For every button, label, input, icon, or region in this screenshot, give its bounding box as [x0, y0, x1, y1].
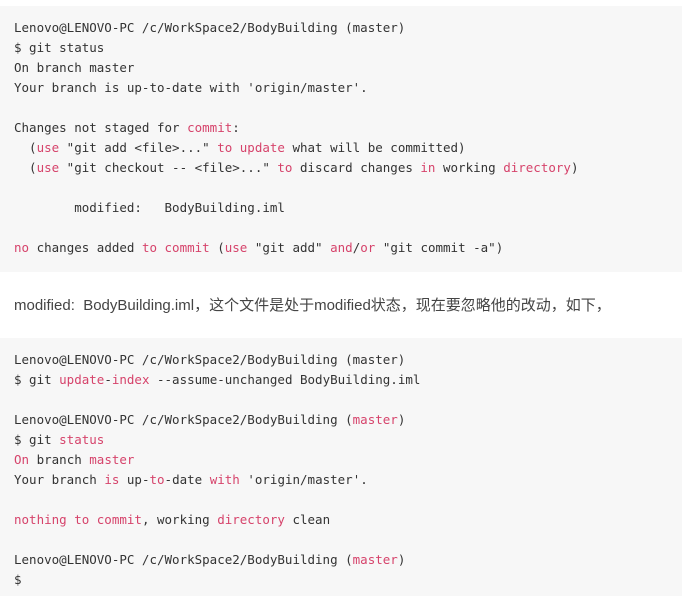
- code-text: branch: [29, 452, 90, 467]
- code-keyword: status: [59, 432, 105, 447]
- code-line: Lenovo@LENOVO-PC /c/WorkSpace2/BodyBuild…: [0, 350, 682, 370]
- code-text: $ git: [14, 432, 60, 447]
- code-line: Lenovo@LENOVO-PC /c/WorkSpace2/BodyBuild…: [0, 18, 682, 38]
- code-text: 'origin/master'.: [239, 472, 368, 487]
- code-keyword: is: [104, 472, 120, 487]
- code-keyword: to: [277, 160, 293, 175]
- code-text: modified: BodyBuilding.iml: [14, 200, 285, 215]
- code-text: up-: [119, 472, 150, 487]
- code-text: Lenovo@LENOVO-PC /c/WorkSpace2/BodyBuild…: [14, 552, 353, 567]
- code-text: what will be committed): [284, 140, 466, 155]
- code-keyword: update: [59, 372, 105, 387]
- code-keyword: directory: [217, 512, 285, 527]
- code-text: $ git: [14, 372, 60, 387]
- page-root: Lenovo@LENOVO-PC /c/WorkSpace2/BodyBuild…: [0, 6, 682, 598]
- code-text: Your branch: [14, 472, 105, 487]
- code-text: "git commit -a"): [375, 240, 504, 255]
- code-line: $ git status: [0, 430, 682, 450]
- code-keyword: use: [224, 240, 248, 255]
- code-keyword: use: [36, 140, 60, 155]
- code-text: discard changes: [292, 160, 421, 175]
- prose-paragraph: modified: BodyBuilding.iml，这个文件是处于modifi…: [14, 297, 611, 314]
- code-line: $: [0, 570, 682, 590]
- code-text: $: [14, 572, 22, 587]
- code-keyword: to commit: [141, 240, 210, 255]
- code-text: On branch master: [14, 60, 135, 75]
- code-keyword: directory: [503, 160, 571, 175]
- code-keyword: and: [330, 240, 353, 255]
- code-text: (: [209, 240, 225, 255]
- code-keyword: nothing to commit: [14, 512, 142, 527]
- code-keyword: to: [149, 472, 165, 487]
- code-text: working: [435, 160, 504, 175]
- code-keyword: with: [209, 472, 240, 487]
- code-text: "git add": [247, 240, 331, 255]
- code-keyword: index: [111, 372, 150, 387]
- code-keyword: master: [89, 452, 135, 467]
- code-text: :: [232, 120, 240, 135]
- code-text: clean: [284, 512, 331, 527]
- prose-section: modified: BodyBuilding.iml，这个文件是处于modifi…: [0, 272, 682, 338]
- code-keyword: no: [14, 240, 30, 255]
- code-text: ): [397, 552, 406, 567]
- code-text: , working: [141, 512, 218, 527]
- code-line: $ git status: [0, 38, 682, 58]
- code-text: ): [397, 412, 406, 427]
- code-keyword: use: [36, 160, 60, 175]
- code-text: -: [104, 372, 112, 387]
- code-line: no changes added to commit (use "git add…: [0, 238, 682, 258]
- code-line: Lenovo@LENOVO-PC /c/WorkSpace2/BodyBuild…: [0, 550, 682, 570]
- code-text: Changes not staged for: [14, 120, 188, 135]
- code-line: Your branch is up-to-date with 'origin/m…: [0, 470, 682, 490]
- code-keyword: or: [360, 240, 376, 255]
- code-text: ): [570, 160, 579, 175]
- code-keyword: master: [352, 412, 398, 427]
- code-line: Changes not staged for commit:: [0, 118, 682, 138]
- code-keyword: master: [352, 552, 398, 567]
- code-line: Lenovo@LENOVO-PC /c/WorkSpace2/BodyBuild…: [0, 410, 682, 430]
- code-block-git-status: Lenovo@LENOVO-PC /c/WorkSpace2/BodyBuild…: [0, 6, 682, 272]
- code-line: On branch master: [0, 58, 682, 78]
- code-keyword: in: [420, 160, 436, 175]
- code-block-git-update-index: Lenovo@LENOVO-PC /c/WorkSpace2/BodyBuild…: [0, 338, 682, 596]
- code-text: Your branch is up-to-date with 'origin/m…: [14, 80, 368, 95]
- code-line: $ git update-index --assume-unchanged Bo…: [0, 370, 682, 390]
- code-keyword: commit: [187, 120, 233, 135]
- code-text: (: [14, 140, 37, 155]
- code-text: -date: [164, 472, 210, 487]
- code-text: Lenovo@LENOVO-PC /c/WorkSpace2/BodyBuild…: [14, 412, 353, 427]
- code-text: "git checkout -- <file>...": [59, 160, 278, 175]
- code-line: nothing to commit, working directory cle…: [0, 510, 682, 530]
- code-line: (use "git checkout -- <file>..." to disc…: [0, 158, 682, 178]
- code-text: (: [14, 160, 37, 175]
- code-text: --assume-unchanged BodyBuilding.iml: [149, 372, 421, 387]
- code-keyword: to update: [217, 140, 285, 155]
- code-text: changes added: [29, 240, 142, 255]
- code-line: (use "git add <file>..." to update what …: [0, 138, 682, 158]
- code-line: Your branch is up-to-date with 'origin/m…: [0, 78, 682, 98]
- code-text: Lenovo@LENOVO-PC /c/WorkSpace2/BodyBuild…: [14, 20, 406, 35]
- code-text: $ git status: [14, 40, 105, 55]
- code-line: modified: BodyBuilding.iml: [0, 198, 682, 218]
- code-keyword: On: [14, 452, 30, 467]
- code-text: Lenovo@LENOVO-PC /c/WorkSpace2/BodyBuild…: [14, 352, 406, 367]
- code-text: "git add <file>...": [59, 140, 218, 155]
- code-line: On branch master: [0, 450, 682, 470]
